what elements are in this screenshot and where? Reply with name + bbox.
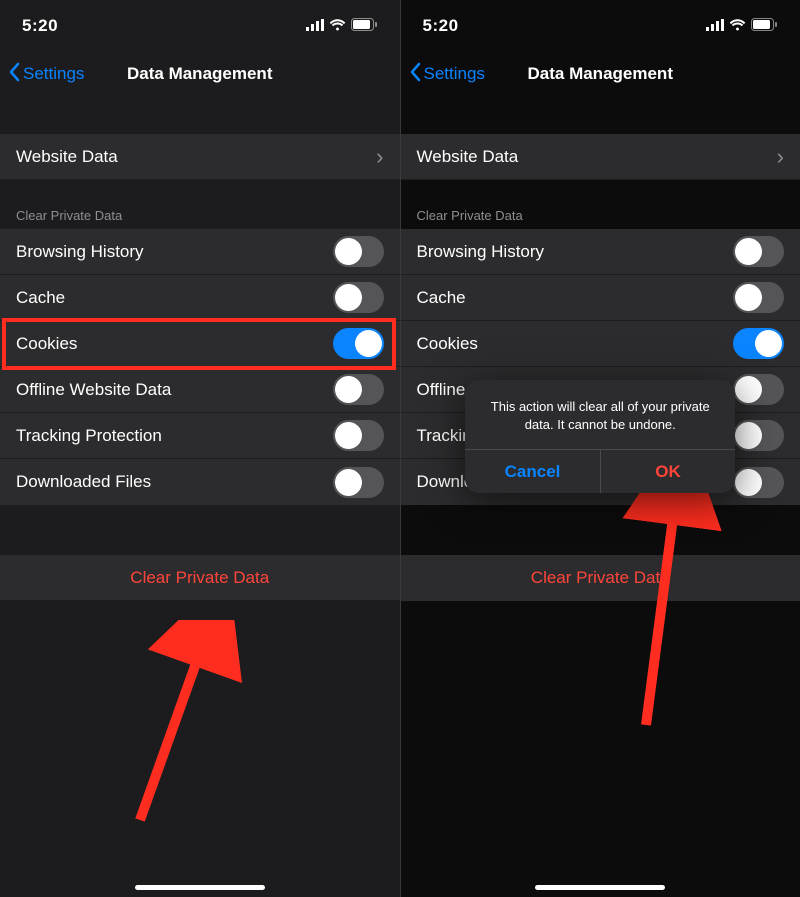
website-data-label: Website Data bbox=[16, 147, 118, 167]
alert-backdrop: This action will clear all of your priva… bbox=[401, 0, 800, 897]
toggle-label: Downloaded Files bbox=[16, 472, 151, 492]
back-button[interactable]: Settings bbox=[8, 62, 84, 87]
status-time: 5:20 bbox=[22, 16, 58, 36]
chevron-right-icon: › bbox=[376, 146, 383, 168]
toggle-label: Offline Website Data bbox=[16, 380, 171, 400]
back-label: Settings bbox=[23, 64, 84, 84]
alert-message: This action will clear all of your priva… bbox=[465, 380, 735, 449]
home-indicator[interactable] bbox=[135, 885, 265, 890]
toggle-cookies[interactable] bbox=[333, 328, 384, 359]
section-header-clear-private-data: Clear Private Data bbox=[0, 208, 400, 229]
toggle-downloaded-files[interactable] bbox=[333, 467, 384, 498]
phone-left: 5:20 Settings Data Management bbox=[0, 0, 400, 897]
toggle-label: Browsing History bbox=[16, 242, 144, 262]
toggle-row-downloaded-files: Downloaded Files bbox=[0, 459, 400, 505]
toggle-row-offline-website-data: Offline Website Data bbox=[0, 367, 400, 413]
website-data-row[interactable]: Website Data › bbox=[0, 134, 400, 180]
clear-private-data-button[interactable]: Clear Private Data bbox=[0, 555, 400, 601]
wifi-icon bbox=[329, 16, 346, 36]
phone-right: 5:20 Settings Data Management Website Da… bbox=[400, 0, 800, 897]
battery-icon bbox=[351, 16, 378, 36]
status-bar: 5:20 bbox=[0, 0, 400, 52]
clear-private-data-label: Clear Private Data bbox=[130, 568, 269, 588]
toggle-label: Cache bbox=[16, 288, 65, 308]
alert-ok-button[interactable]: OK bbox=[600, 450, 736, 493]
cellular-icon bbox=[306, 16, 324, 36]
chevron-left-icon bbox=[8, 62, 20, 87]
nav-bar: Settings Data Management bbox=[0, 52, 400, 96]
alert-cancel-button[interactable]: Cancel bbox=[465, 450, 600, 493]
toggle-browsing-history[interactable] bbox=[333, 236, 384, 267]
toggle-row-browsing-history: Browsing History bbox=[0, 229, 400, 275]
home-indicator[interactable] bbox=[535, 885, 665, 890]
toggle-tracking-protection[interactable] bbox=[333, 420, 384, 451]
toggle-list: Browsing History Cache Cookies Offline W… bbox=[0, 229, 400, 505]
toggle-label: Tracking Protection bbox=[16, 426, 162, 446]
confirm-alert: This action will clear all of your priva… bbox=[465, 380, 735, 493]
status-icons bbox=[306, 16, 378, 36]
toggle-offline-website-data[interactable] bbox=[333, 374, 384, 405]
toggle-row-cookies: Cookies bbox=[0, 321, 400, 367]
toggle-row-tracking-protection: Tracking Protection bbox=[0, 413, 400, 459]
toggle-cache[interactable] bbox=[333, 282, 384, 313]
annotation-arrow-clear bbox=[110, 620, 250, 840]
toggle-row-cache: Cache bbox=[0, 275, 400, 321]
toggle-label: Cookies bbox=[16, 334, 77, 354]
